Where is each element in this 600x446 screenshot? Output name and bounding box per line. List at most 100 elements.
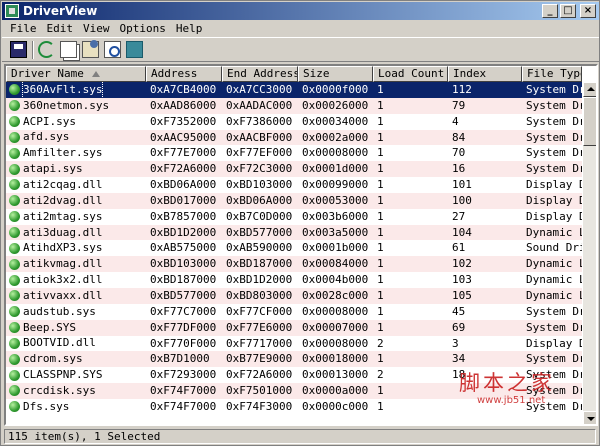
table-row[interactable]: ati2cqag.dll 0xBD06A000 0xBD103000 0x000990… <box>6 177 582 193</box>
menu-view[interactable]: View <box>78 22 115 35</box>
table-row[interactable]: crcdisk.sys 0xF74F7000 0xF7501000 0x0000a00… <box>6 383 582 399</box>
file-type-cell: Display Dr <box>526 336 582 350</box>
toolbar-separator <box>32 40 34 59</box>
index-cell: 84 <box>452 130 466 144</box>
index-cell: 104 <box>452 225 472 239</box>
driver-name-text: afd.sys <box>23 130 70 144</box>
driver-status-icon <box>9 163 20 175</box>
end-address-cell: 0xBD187000 <box>226 257 293 271</box>
size-cell: 0x00026000 <box>302 98 369 112</box>
find-icon[interactable] <box>104 41 121 58</box>
menu-edit[interactable]: Edit <box>42 22 79 35</box>
size-cell: 0x00008000 <box>302 304 369 318</box>
window-title: DriverView <box>23 4 98 18</box>
address-cell: 0xBD06A000 <box>150 178 217 192</box>
scroll-thumb[interactable] <box>583 97 596 146</box>
end-address-cell: 0xF77E6000 <box>226 320 293 334</box>
column-address[interactable]: Address <box>146 66 222 82</box>
table-row[interactable]: ativvaxx.dll 0xBD577000 0xBD803000 0x0028c0… <box>6 287 582 304</box>
menu-bar: File Edit View Options Help <box>2 20 599 37</box>
file-type-cell: Dynamic Li <box>526 288 582 302</box>
scroll-up-button[interactable] <box>583 82 596 97</box>
minimize-button[interactable]: _ <box>542 4 558 18</box>
driver-status-icon <box>9 290 20 302</box>
table-row[interactable]: atikvmag.dll 0xBD103000 0xBD187000 0x000840… <box>6 256 582 273</box>
load-count-cell: 1 <box>377 209 384 223</box>
address-cell: 0xF74F7000 <box>150 399 217 413</box>
column-index[interactable]: Index <box>448 66 522 82</box>
column-size[interactable]: Size <box>298 66 373 82</box>
size-cell: 0x0001d000 <box>302 162 369 176</box>
end-address-cell: 0xF7717000 <box>226 336 293 350</box>
size-cell: 0x0004b000 <box>302 273 369 287</box>
driver-name-text: CLASSPNP.SYS <box>23 368 103 382</box>
driver-name-cell: audstub.sys <box>6 304 146 320</box>
table-row[interactable]: CLASSPNP.SYS 0xF7293000 0xF72A6000 0x000130… <box>6 367 582 383</box>
load-count-cell: 1 <box>377 304 384 318</box>
file-type-cell: Dynamic Li <box>526 225 582 239</box>
index-cell: 3 <box>452 336 459 350</box>
refresh-icon[interactable] <box>38 41 55 58</box>
arrow-down-icon <box>587 417 595 421</box>
table-row[interactable]: 360AvFlt.sys 0xA7CB4000 0xA7CC3000 0x0000f0… <box>6 82 582 98</box>
vertical-scrollbar[interactable] <box>583 82 596 424</box>
table-row[interactable]: ati2dvag.dll 0xBD017000 0xBD06A000 0x000530… <box>6 192 582 209</box>
index-cell: 102 <box>452 257 472 271</box>
end-address-cell: 0xAB590000 <box>226 241 293 255</box>
table-row[interactable]: AtihdXP3.sys 0xAB575000 0xAB590000 0x0001b0… <box>6 240 582 256</box>
table-row[interactable]: BOOTVID.dll 0xF770F000 0xF7717000 0x0000800… <box>6 336 582 352</box>
column-end-address[interactable]: End Address <box>222 66 298 82</box>
end-address-cell: 0xF77EF000 <box>226 146 293 160</box>
file-type-cell: Dynamic Li <box>526 273 582 287</box>
driver-name-cell: 360netmon.sys <box>6 98 146 114</box>
driver-name-cell: ativvaxx.dll <box>6 288 146 304</box>
load-count-cell: 1 <box>377 146 384 160</box>
exit-icon[interactable] <box>126 41 143 58</box>
driver-name-cell: ati3duag.dll <box>6 225 146 241</box>
table-row[interactable]: Dfs.sys 0xF74F7000 0xF74F3000 0x0000c000 1 Sy… <box>6 399 582 415</box>
end-address-cell: 0xAACBF000 <box>226 130 293 144</box>
driver-name-text: audstub.sys <box>23 304 96 318</box>
sort-ascending-icon <box>91 71 100 77</box>
driver-list[interactable]: Driver Name Address End Address Size Loa… <box>4 64 598 426</box>
table-row[interactable]: Amfilter.sys 0xF77E7000 0xF77EF000 0x000080… <box>6 145 582 161</box>
end-address-cell: 0xBD803000 <box>226 288 293 302</box>
load-count-cell: 1 <box>377 384 384 398</box>
table-row[interactable]: ati2mtag.sys 0xB7857000 0xB7C0D000 0x003b60… <box>6 209 582 225</box>
size-cell: 0x0000c000 <box>302 399 369 413</box>
table-row[interactable]: Beep.SYS 0xF77DF000 0xF77E6000 0x00007000 1 6… <box>6 319 582 336</box>
driver-name-text: atikvmag.dll <box>23 257 103 271</box>
table-row[interactable]: afd.sys 0xAAC95000 0xAACBF000 0x0002a000 1 84… <box>6 129 582 146</box>
column-driver-name[interactable]: Driver Name <box>6 66 146 82</box>
table-row[interactable]: 360netmon.sys 0xAAD86000 0xAADAC000 0x00026… <box>6 97 582 114</box>
table-row[interactable]: audstub.sys 0xF77C7000 0xF77CF000 0x0000800… <box>6 304 582 320</box>
file-type-cell: System Dri <box>526 146 582 160</box>
title-bar[interactable]: DriverView _ □ × <box>2 2 599 20</box>
table-row[interactable]: cdrom.sys 0xB7D1000 0xB77E9000 0x00018000 1 3… <box>6 351 582 368</box>
table-row[interactable]: atapi.sys 0xF72A6000 0xF72C3000 0x0001d000 1… <box>6 161 582 178</box>
column-file-type[interactable]: File Type <box>522 66 582 82</box>
table-row[interactable]: atiok3x2.dll 0xBD187000 0xBD1D2000 0x0004b0… <box>6 272 582 288</box>
column-load-count[interactable]: Load Count <box>373 66 448 82</box>
end-address-cell: 0xF7386000 <box>226 114 293 128</box>
table-row[interactable]: ati3duag.dll 0xBD1D2000 0xBD577000 0x003a50… <box>6 224 582 241</box>
size-cell: 0x003b6000 <box>302 209 369 223</box>
address-cell: 0xBD017000 <box>150 193 217 207</box>
address-cell: 0xBD187000 <box>150 273 217 287</box>
scroll-down-button[interactable] <box>583 411 596 424</box>
copy-icon[interactable] <box>60 41 77 58</box>
driver-status-icon <box>9 369 20 381</box>
end-address-cell: 0xF77CF000 <box>226 304 293 318</box>
properties-icon[interactable] <box>82 40 99 58</box>
maximize-button[interactable]: □ <box>560 4 576 18</box>
menu-help[interactable]: Help <box>171 22 208 35</box>
menu-options[interactable]: Options <box>115 22 171 35</box>
driver-name-cell: ati2dvag.dll <box>6 193 146 209</box>
driver-name-cell: cdrom.sys <box>6 351 146 367</box>
menu-file[interactable]: File <box>5 22 42 35</box>
table-row[interactable]: ACPI.sys 0xF7352000 0xF7386000 0x00034000 1 4… <box>6 114 582 130</box>
close-button[interactable]: × <box>580 4 596 18</box>
save-icon[interactable] <box>10 41 27 58</box>
end-address-cell: 0xAADAC000 <box>226 98 293 112</box>
driver-name-cell: ati2cqag.dll <box>6 177 146 193</box>
